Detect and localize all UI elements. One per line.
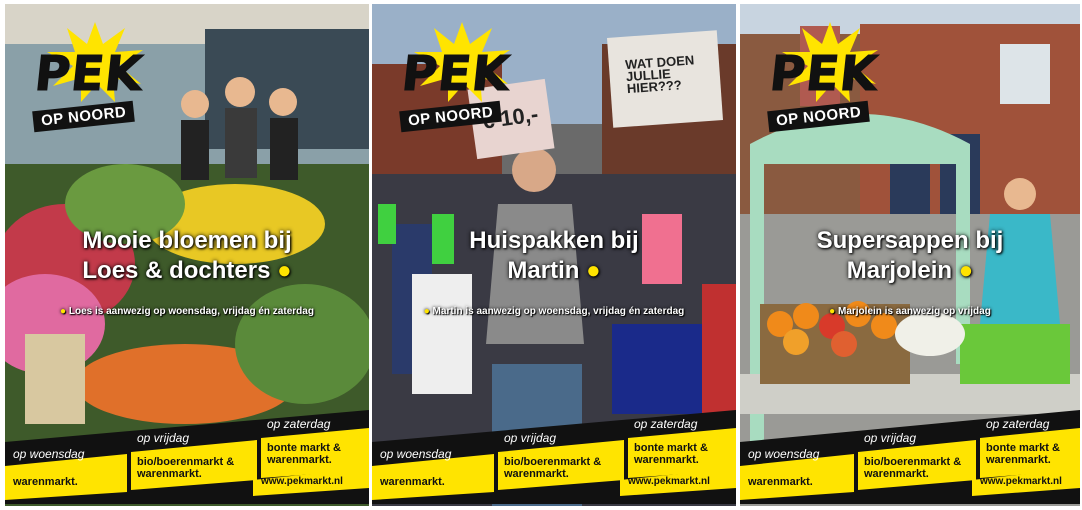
headline: Mooie bloemen bij Loes & dochters ●: [5, 226, 369, 286]
website-link[interactable]: www.pekmarkt.nl: [628, 476, 710, 488]
schedule-band: op woensdag warenmarkt. op vrijdag bio/b…: [5, 404, 369, 504]
friday-market-2: warenmarkt.: [864, 468, 929, 480]
schedule-band: op woensdag warenmarkt. op vrijdag bio/b…: [372, 404, 736, 504]
dot-icon: ●: [423, 306, 430, 317]
wednesday-market: warenmarkt.: [380, 476, 445, 488]
logo-tagline: OP NOORD: [32, 100, 136, 133]
logo-tagline: OP NOORD: [767, 100, 871, 133]
saturday-label: op zaterdag: [267, 417, 331, 431]
dot-icon: ●: [958, 257, 974, 284]
saturday-market-2: warenmarkt.: [267, 454, 332, 466]
dot-icon: ●: [586, 257, 601, 284]
saturday-market-2: warenmarkt.: [986, 454, 1051, 466]
logo-pek: PEK: [399, 46, 514, 103]
saturday-market-2: warenmarkt.: [634, 454, 699, 466]
friday-market-1: bio/boerenmarkt &: [864, 456, 962, 468]
headline: Huispakken bij Martin ●: [372, 226, 736, 286]
friday-market-2: warenmarkt.: [137, 468, 202, 480]
saturday-market-1: bonte markt &: [986, 442, 1060, 454]
saturday-market-1: bonte markt &: [634, 442, 708, 454]
poster-marjolein[interactable]: PEK OP NOORD Supersappen bij Marjolein ●…: [740, 4, 1080, 506]
headline-line-1: Huispakken bij: [469, 227, 639, 254]
pek-op-noord-logo: PEK OP NOORD: [762, 22, 902, 133]
wednesday-label: op woensdag: [748, 447, 820, 461]
saturday-label: op zaterdag: [634, 417, 698, 431]
friday-label: op vrijdag: [504, 431, 557, 445]
wednesday-label: op woensdag: [380, 447, 452, 461]
pek-op-noord-logo: PEK OP NOORD: [394, 22, 534, 133]
attendance-text: ● Martin is aanwezig op woensdag, vrijda…: [423, 306, 685, 317]
poster-loes[interactable]: PEK OP NOORD Mooie bloemen bij Loes & do…: [5, 4, 369, 506]
schedule-band: op woensdag warenmarkt. op vrijdag bio/b…: [740, 404, 1080, 504]
dot-icon: ●: [829, 306, 836, 317]
headline-line-2: Martin: [507, 257, 580, 284]
wednesday-market: warenmarkt.: [13, 476, 78, 488]
attendance-text: ● Loes is aanwezig op woensdag, vrijdag …: [60, 306, 314, 317]
friday-market-1: bio/boerenmarkt &: [504, 456, 602, 468]
handwritten-sign-text: WAT DOEN JULLIE HIER???: [624, 52, 695, 97]
wednesday-market: warenmarkt.: [748, 476, 813, 488]
attendance-text: ● Marjolein is aanwezig op vrijdag: [829, 306, 991, 317]
headline-line-2: Loes & dochters: [82, 257, 271, 284]
friday-market-1: bio/boerenmarkt &: [137, 456, 235, 468]
friday-market-2: warenmarkt.: [504, 468, 569, 480]
friday-label: op vrijdag: [137, 431, 190, 445]
logo-pek: PEK: [767, 46, 882, 103]
logo-tagline: OP NOORD: [399, 100, 503, 133]
saturday-label: op zaterdag: [986, 417, 1050, 431]
dot-icon: ●: [277, 257, 292, 284]
friday-label: op vrijdag: [864, 431, 917, 445]
headline-line-1: Supersappen bij: [816, 227, 1004, 254]
wednesday-label: op woensdag: [13, 447, 85, 461]
poster-martin[interactable]: WAT DOEN JULLIE HIER??? € 10,- PEK OP NO…: [372, 4, 736, 506]
saturday-market-1: bonte markt &: [267, 442, 341, 454]
logo-pek: PEK: [32, 46, 147, 103]
website-link[interactable]: www.pekmarkt.nl: [980, 476, 1062, 488]
headline: Supersappen bij Marjolein ●: [740, 226, 1080, 286]
pek-op-noord-logo: PEK OP NOORD: [27, 22, 167, 133]
dot-icon: ●: [60, 306, 67, 317]
headline-line-1: Mooie bloemen bij: [82, 227, 292, 254]
headline-line-2: Marjolein: [846, 257, 953, 284]
website-link[interactable]: www.pekmarkt.nl: [261, 476, 343, 488]
